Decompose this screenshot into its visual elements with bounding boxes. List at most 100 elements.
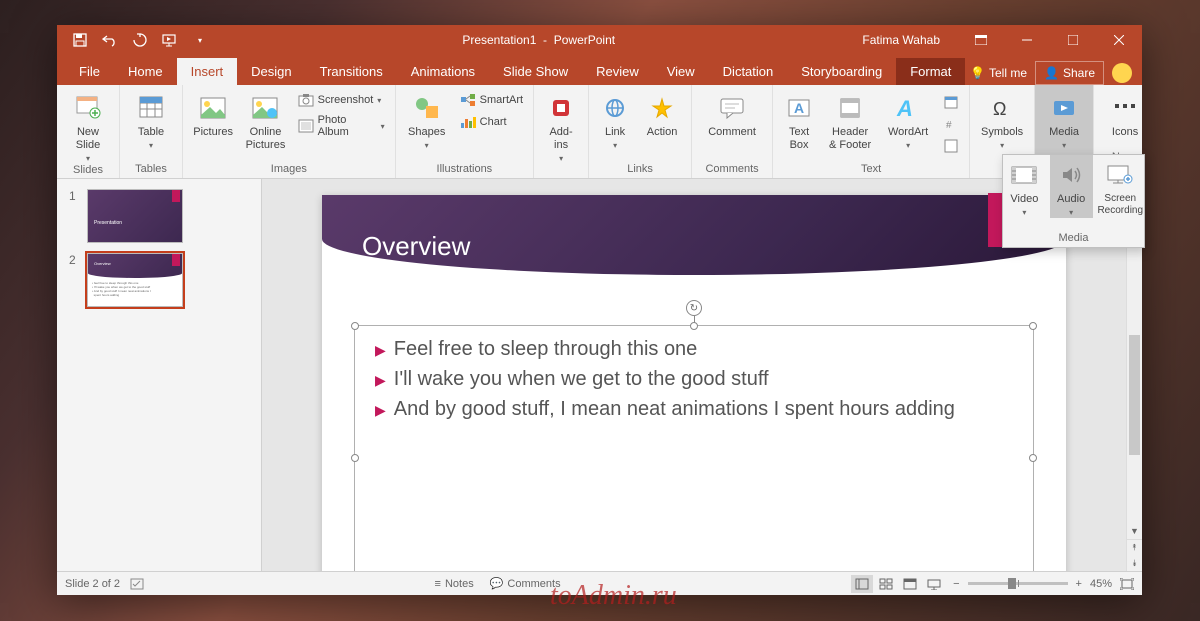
tab-format[interactable]: Format — [896, 58, 965, 85]
screen-recording-button[interactable]: Screen Recording — [1097, 155, 1145, 217]
qat-customize-button[interactable]: ▾ — [185, 25, 215, 55]
slide-sorter-view-button[interactable] — [875, 575, 897, 593]
comments-button[interactable]: 💬Comments — [490, 577, 561, 590]
group-label-slides: Slides — [63, 164, 113, 179]
tab-transitions[interactable]: Transitions — [306, 58, 397, 85]
wordart-icon: A — [892, 92, 924, 124]
pictures-button[interactable]: Pictures — [189, 88, 237, 139]
tab-animations[interactable]: Animations — [397, 58, 489, 85]
powerpoint-window: ▾ Presentation1 - PowerPoint Fatima Waha… — [57, 25, 1142, 595]
window-title: Presentation1 - PowerPoint — [215, 33, 862, 47]
header-footer-button[interactable]: Header & Footer — [823, 88, 877, 152]
smartart-button[interactable]: SmartArt — [456, 90, 527, 110]
chart-button[interactable]: Chart — [456, 112, 527, 132]
icons-button[interactable]: Icons — [1100, 88, 1150, 139]
photo-album-button[interactable]: Photo Album ▾ — [294, 112, 389, 140]
group-label-links: Links — [595, 163, 685, 178]
slide-thumbnail-1[interactable]: Presentation — [87, 189, 183, 243]
redo-button[interactable] — [125, 25, 155, 55]
spell-check-icon[interactable] — [130, 578, 144, 590]
workspace: 1 Presentation 2 Overview • feel free to… — [57, 179, 1142, 571]
slide-title-shape[interactable]: Overview — [322, 195, 1066, 275]
scroll-down-button[interactable]: ▼ — [1127, 523, 1142, 539]
audio-icon — [1055, 159, 1087, 191]
slide-edit-area[interactable]: Overview ↻ ▶Feel free to sleep through t… — [262, 179, 1126, 571]
date-icon — [943, 94, 959, 110]
screenshot-icon — [298, 92, 314, 108]
text-more-3[interactable] — [939, 136, 963, 156]
tab-review[interactable]: Review — [582, 58, 653, 85]
text-content-area[interactable]: ▶Feel free to sleep through this one ▶I'… — [355, 326, 1033, 436]
user-name[interactable]: Fatima Wahab — [862, 33, 948, 47]
text-box-button[interactable]: A Text Box — [779, 88, 819, 152]
svg-text:A: A — [896, 96, 913, 120]
header-footer-icon — [834, 92, 866, 124]
slideshow-view-button[interactable] — [923, 575, 945, 593]
photo-album-icon — [298, 118, 314, 134]
tab-slideshow[interactable]: Slide Show — [489, 58, 582, 85]
next-slide-button[interactable]: ⯯ — [1127, 556, 1142, 572]
save-button[interactable] — [65, 25, 95, 55]
normal-view-button[interactable] — [851, 575, 873, 593]
text-more-2[interactable]: # — [939, 114, 963, 134]
tell-me-search[interactable]: 💡Tell me — [970, 66, 1027, 80]
zoom-slider[interactable] — [968, 582, 1068, 585]
symbols-button[interactable]: Ω Symbols▾ — [976, 88, 1028, 151]
slideshow-from-start-button[interactable] — [155, 25, 185, 55]
tab-storyboarding[interactable]: Storyboarding — [787, 58, 896, 85]
fit-to-window-button[interactable] — [1120, 578, 1134, 590]
resize-handle-e[interactable] — [1029, 454, 1037, 462]
comment-button[interactable]: Comment — [698, 88, 766, 139]
ribbon-tabs: File Home Insert Design Transitions Anim… — [57, 55, 1142, 85]
link-button[interactable]: Link▾ — [595, 88, 635, 151]
text-box-icon: A — [783, 92, 815, 124]
notes-button[interactable]: ≡Notes — [435, 577, 474, 590]
audio-button[interactable]: Audio▾ — [1050, 155, 1093, 218]
zoom-in-button[interactable]: + — [1076, 578, 1082, 590]
tab-design[interactable]: Design — [237, 58, 305, 85]
zoom-knob[interactable] — [1008, 578, 1016, 589]
undo-button[interactable] — [95, 25, 125, 55]
resize-handle-nw[interactable] — [351, 322, 359, 330]
media-button[interactable]: Media▾ — [1041, 88, 1087, 151]
shapes-button[interactable]: Shapes▾ — [402, 88, 452, 151]
new-slide-icon — [72, 92, 104, 124]
feedback-smiley-icon[interactable] — [1112, 63, 1132, 83]
svg-text:#: # — [946, 120, 952, 131]
zoom-percent[interactable]: 45% — [1090, 578, 1112, 590]
content-text-box[interactable]: ↻ ▶Feel free to sleep through this one ▶… — [354, 325, 1034, 571]
resize-handle-n[interactable] — [690, 322, 698, 330]
resize-handle-w[interactable] — [351, 454, 359, 462]
action-button[interactable]: Action — [639, 88, 685, 139]
zoom-out-button[interactable]: − — [953, 578, 959, 590]
new-slide-button[interactable]: New Slide▾ — [63, 88, 113, 164]
text-more-1[interactable] — [939, 92, 963, 112]
tab-file[interactable]: File — [65, 58, 114, 85]
rotate-handle[interactable]: ↻ — [686, 300, 702, 316]
slide-thumbnail-2[interactable]: Overview • feel free to sleep through th… — [87, 253, 183, 307]
video-button[interactable]: Video▾ — [1003, 155, 1046, 218]
group-label-text: Text — [779, 163, 963, 178]
slide-indicator[interactable]: Slide 2 of 2 — [65, 578, 120, 590]
addins-button[interactable]: Add- ins▾ — [540, 88, 582, 164]
wordart-button[interactable]: A WordArt▾ — [881, 88, 935, 151]
media-dropdown-popup: Video▾ Audio▾ Screen Recording Media — [1002, 154, 1145, 248]
scroll-thumb[interactable] — [1129, 335, 1140, 455]
minimize-button[interactable] — [1004, 25, 1050, 55]
tab-home[interactable]: Home — [114, 58, 177, 85]
group-label-images: Images — [189, 163, 389, 178]
reading-view-button[interactable] — [899, 575, 921, 593]
table-button[interactable]: Table▾ — [126, 88, 176, 151]
tab-view[interactable]: View — [653, 58, 709, 85]
chart-icon — [460, 114, 476, 130]
resize-handle-ne[interactable] — [1029, 322, 1037, 330]
online-pictures-button[interactable]: Online Pictures — [241, 88, 289, 152]
screenshot-button[interactable]: Screenshot ▾ — [294, 90, 389, 110]
share-button[interactable]: 👤Share — [1035, 61, 1104, 85]
tab-insert[interactable]: Insert — [177, 58, 238, 85]
ribbon-display-options-button[interactable] — [958, 25, 1004, 55]
prev-slide-button[interactable]: ⯭ — [1127, 540, 1142, 556]
tab-dictation[interactable]: Dictation — [709, 58, 788, 85]
close-button[interactable] — [1096, 25, 1142, 55]
maximize-button[interactable] — [1050, 25, 1096, 55]
